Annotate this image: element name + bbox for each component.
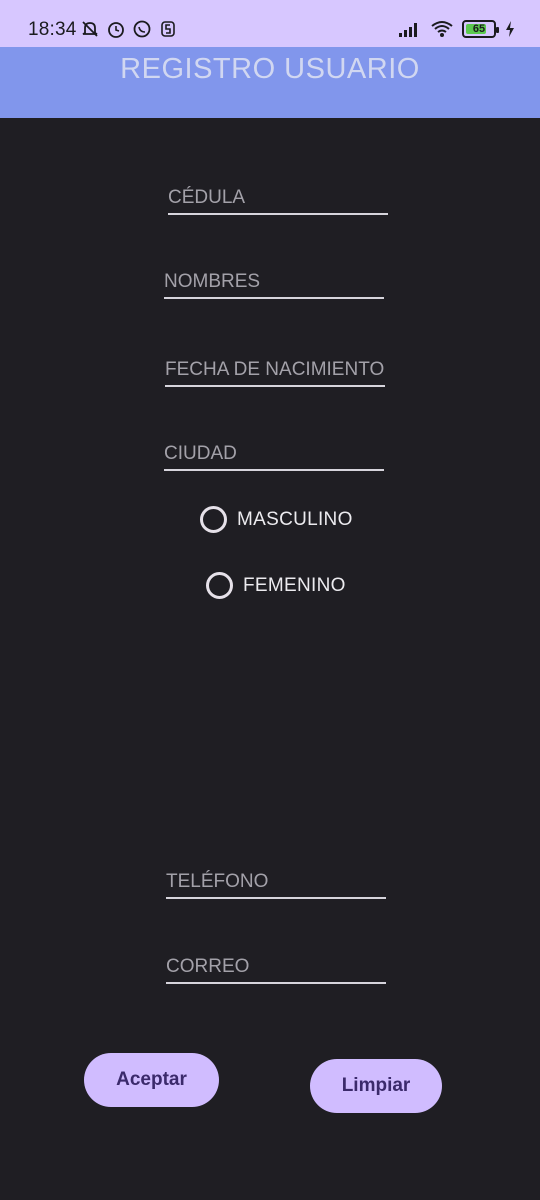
fecha-nacimiento-hint: FECHA DE NACIMIENTO [165,359,385,380]
nombres-hint: NOMBRES [164,271,261,292]
wifi-icon [430,19,454,39]
page-title: REGISTRO USUARIO [120,53,420,85]
radio-masculino-label: MASCULINO [237,508,353,530]
aceptar-button[interactable]: Aceptar [84,1053,219,1107]
nombres-field[interactable]: NOMBRES [164,259,384,299]
status-time: 18:34 [28,19,77,40]
status-bar: 18:34 65 [0,0,540,47]
telefono-field[interactable]: TELÉFONO [166,859,386,899]
radio-femenino-circle[interactable] [206,572,233,599]
fecha-nacimiento-field[interactable]: FECHA DE NACIMIENTO [165,347,385,387]
s-app-icon [158,19,178,39]
ciudad-field[interactable]: CIUDAD [164,431,384,471]
signal-icon [398,19,422,39]
radio-masculino-circle[interactable] [200,506,227,533]
app-bar: REGISTRO USUARIO [0,47,540,118]
radio-masculino[interactable]: MASCULINO [200,506,353,533]
correo-hint: CORREO [166,956,250,977]
radio-femenino-label: FEMENINO [243,574,346,596]
limpiar-button[interactable]: Limpiar [310,1059,442,1113]
cedula-field[interactable]: CÉDULA [168,175,388,215]
whatsapp-icon [132,19,152,39]
cedula-hint: CÉDULA [168,187,246,208]
battery-icon: 65 [462,20,499,38]
telefono-hint: TELÉFONO [166,871,269,892]
radio-femenino[interactable]: FEMENINO [206,572,346,599]
ciudad-hint: CIUDAD [164,443,237,464]
battery-level: 65 [472,23,486,35]
alarm-icon [106,19,126,39]
mute-icon [80,19,100,39]
charging-icon [504,19,516,39]
correo-field[interactable]: CORREO [166,944,386,984]
